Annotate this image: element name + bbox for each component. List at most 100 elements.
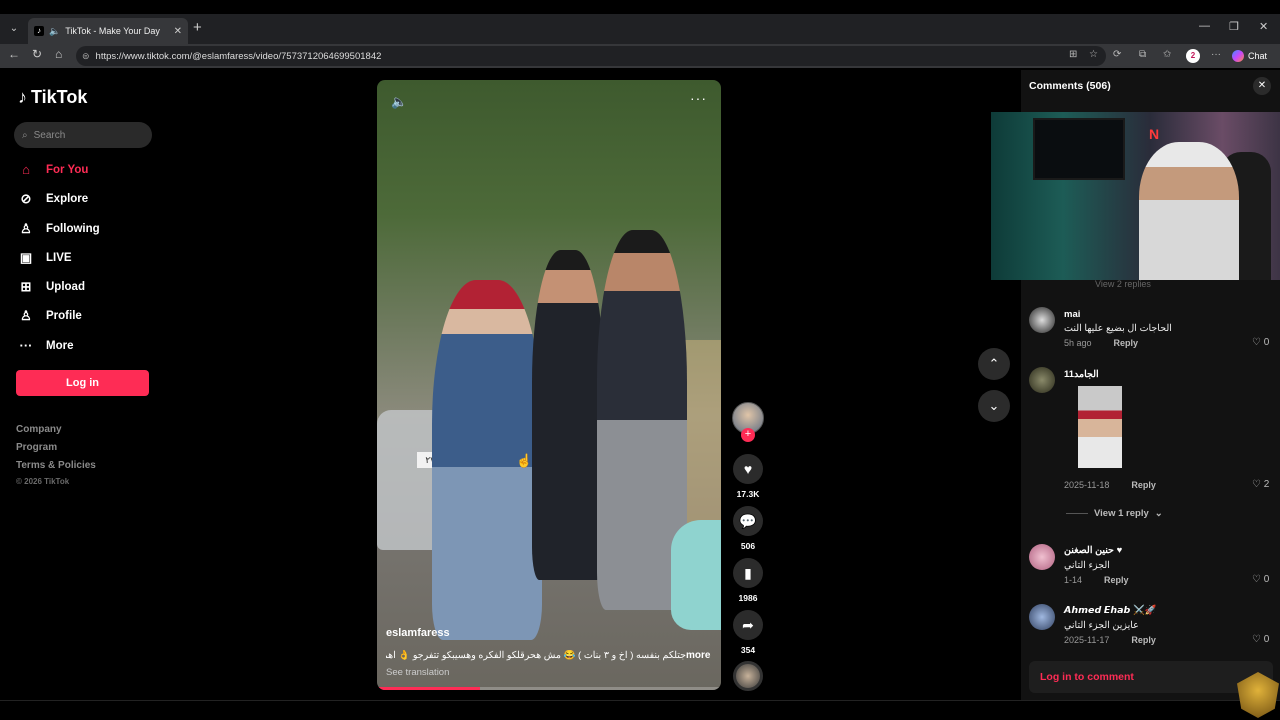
nav-for-you[interactable]: ⌂ For You: [18, 162, 88, 177]
minimize-icon[interactable]: —: [1199, 20, 1210, 32]
logo-text: TikTok: [31, 87, 88, 107]
comment-like-button[interactable]: ♡ 2: [1252, 479, 1269, 490]
nav-more[interactable]: ··· More: [18, 338, 74, 353]
upload-icon: ⊞: [20, 279, 32, 294]
comment-image[interactable]: [1078, 386, 1122, 468]
search-input[interactable]: ⌕ Search: [14, 122, 152, 148]
comment-like-button[interactable]: ♡ 0: [1252, 574, 1269, 585]
nav-label: For You: [46, 163, 89, 176]
music-disc[interactable]: [733, 661, 763, 691]
comment-reply-button[interactable]: Reply: [1131, 635, 1156, 645]
copilot-icon: [1232, 50, 1244, 62]
video-options-icon[interactable]: ···: [690, 90, 707, 106]
heart-outline-icon: ♡: [1252, 634, 1261, 645]
like-button[interactable]: ♥: [733, 454, 763, 484]
site-info-icon[interactable]: ⊜: [82, 51, 90, 62]
comment-reply-button[interactable]: Reply: [1131, 480, 1156, 490]
comment-author[interactable]: 𝘼𝙝𝙢𝙚𝙙 𝙀𝙝𝙖𝙗 ⚔️🚀: [1064, 605, 1157, 616]
tab-close-icon[interactable]: ✕: [174, 26, 182, 37]
extensions-icon[interactable]: ⟳: [1113, 49, 1121, 60]
comment-avatar[interactable]: [1029, 544, 1055, 570]
comment-avatar[interactable]: [1029, 604, 1055, 630]
mute-icon[interactable]: 🔈: [391, 94, 407, 110]
tab-search-dropdown-icon[interactable]: ⌄: [4, 18, 24, 40]
webcam-person: [1139, 142, 1239, 280]
see-translation-link[interactable]: See translation: [386, 667, 449, 678]
comment-icon: 💬: [739, 513, 757, 529]
comment-author[interactable]: mai: [1064, 309, 1080, 320]
video-player[interactable]: ٢٧٩٨ 🔈 ··· eslamfaress جتلكم بنفسه ( اخ …: [377, 80, 721, 690]
video-progress-bar[interactable]: [377, 687, 721, 690]
tiktok-logo[interactable]: ♪ TikTok: [18, 87, 87, 108]
login-button[interactable]: Log in: [16, 370, 149, 396]
comment-avatar[interactable]: [1029, 307, 1055, 333]
restore-icon[interactable]: ❐: [1229, 20, 1239, 33]
footer-terms-link[interactable]: Terms & Policies: [16, 460, 96, 471]
nav-label: LIVE: [46, 252, 72, 264]
previous-video-button[interactable]: ⌃: [978, 348, 1010, 380]
caption-more-link[interactable]: more: [686, 650, 710, 661]
view-replies-button[interactable]: View 1 reply ⌄: [1066, 508, 1163, 519]
footer-program-link[interactable]: Program: [16, 442, 57, 453]
split-screen-icon[interactable]: ⧉: [1139, 49, 1146, 60]
comments-title: Comments (506): [1029, 80, 1111, 92]
favorites-icon[interactable]: ✩: [1163, 49, 1171, 60]
footer-company-link[interactable]: Company: [16, 424, 62, 435]
nav-profile[interactable]: ♙ Profile: [18, 308, 82, 324]
comment-author[interactable]: الجامد11: [1064, 369, 1099, 380]
home-icon: ⌂: [22, 162, 30, 177]
video-scooter: [671, 520, 721, 630]
nav-explore[interactable]: ⊘ Explore: [18, 191, 89, 207]
comment-author[interactable]: حنين الصغنن ♥: [1064, 545, 1122, 556]
login-to-comment-link[interactable]: Log in to comment: [1040, 671, 1134, 683]
back-icon[interactable]: ←: [8, 47, 20, 61]
comment-button[interactable]: 💬: [733, 506, 763, 536]
nav-following[interactable]: ♙ Following: [18, 221, 99, 237]
comment-avatar[interactable]: [1029, 367, 1055, 393]
follow-plus-icon[interactable]: +: [741, 428, 755, 442]
tab-bar: [0, 14, 1280, 44]
window-close-icon[interactable]: ✕: [1259, 20, 1268, 33]
comment-time: 5h ago: [1064, 338, 1092, 348]
video-caption: جتلكم بنفسه ( اخ و ٣ بنات ) 😂 مش هحرقلكو…: [386, 650, 686, 661]
profile-avatar[interactable]: 2: [1186, 49, 1200, 63]
view-replies-top[interactable]: View 2 replies: [1095, 279, 1151, 289]
live-icon: ▣: [19, 250, 33, 265]
comment-like-button[interactable]: ♡ 0: [1252, 337, 1269, 348]
favorite-star-icon[interactable]: ☆: [1089, 49, 1098, 60]
comment-like-count: 0: [1263, 574, 1270, 585]
copilot-chat-button[interactable]: Chat: [1232, 48, 1267, 64]
comment-like-count: 0: [1263, 337, 1270, 348]
video-author[interactable]: eslamfaress: [386, 627, 450, 639]
streamer-webcam-overlay: N: [991, 112, 1280, 280]
tab-audio-icon[interactable]: 🔈: [49, 26, 60, 37]
profile-icon: ♙: [20, 308, 32, 323]
close-comments-icon[interactable]: ✕: [1253, 77, 1271, 95]
refresh-icon[interactable]: ↻: [32, 47, 42, 61]
new-tab-icon[interactable]: +: [193, 19, 202, 36]
apps-icon[interactable]: ⊞: [1069, 49, 1077, 60]
chevron-down-icon: ⌄: [988, 398, 1000, 413]
comment-time: 1-14: [1064, 575, 1083, 585]
webcam-tv: [1033, 118, 1125, 180]
share-button[interactable]: ➦: [733, 610, 763, 640]
save-button[interactable]: ▮: [733, 558, 763, 588]
webcam-neon-sign: N: [1149, 126, 1160, 142]
browser-tab[interactable]: ♪ 🔈 TikTok - Make Your Day ✕: [28, 18, 188, 44]
window-top-strip: [0, 0, 1280, 14]
comment-like-button[interactable]: ♡ 0: [1252, 634, 1269, 645]
nav-live[interactable]: ▣ LIVE: [18, 250, 72, 266]
comment-reply-button[interactable]: Reply: [1114, 338, 1139, 348]
chat-label: Chat: [1248, 51, 1268, 61]
nav-label: More: [46, 339, 74, 352]
settings-more-icon[interactable]: ···: [1211, 49, 1221, 60]
nav-upload[interactable]: ⊞ Upload: [18, 279, 85, 295]
address-bar[interactable]: ⊜ https://www.tiktok.com/@eslamfaress/vi…: [76, 46, 1106, 66]
comment-meta: 1-14 Reply: [1064, 575, 1129, 585]
next-video-button[interactable]: ⌄: [978, 390, 1010, 422]
comment-reply-button[interactable]: Reply: [1104, 575, 1129, 585]
comment-like-count: 0: [1263, 634, 1270, 645]
chevron-up-icon: ⌃: [988, 356, 1000, 371]
comment-text: عايزين الجزء التاني: [1064, 620, 1139, 631]
home-browser-icon[interactable]: ⌂: [55, 47, 62, 61]
